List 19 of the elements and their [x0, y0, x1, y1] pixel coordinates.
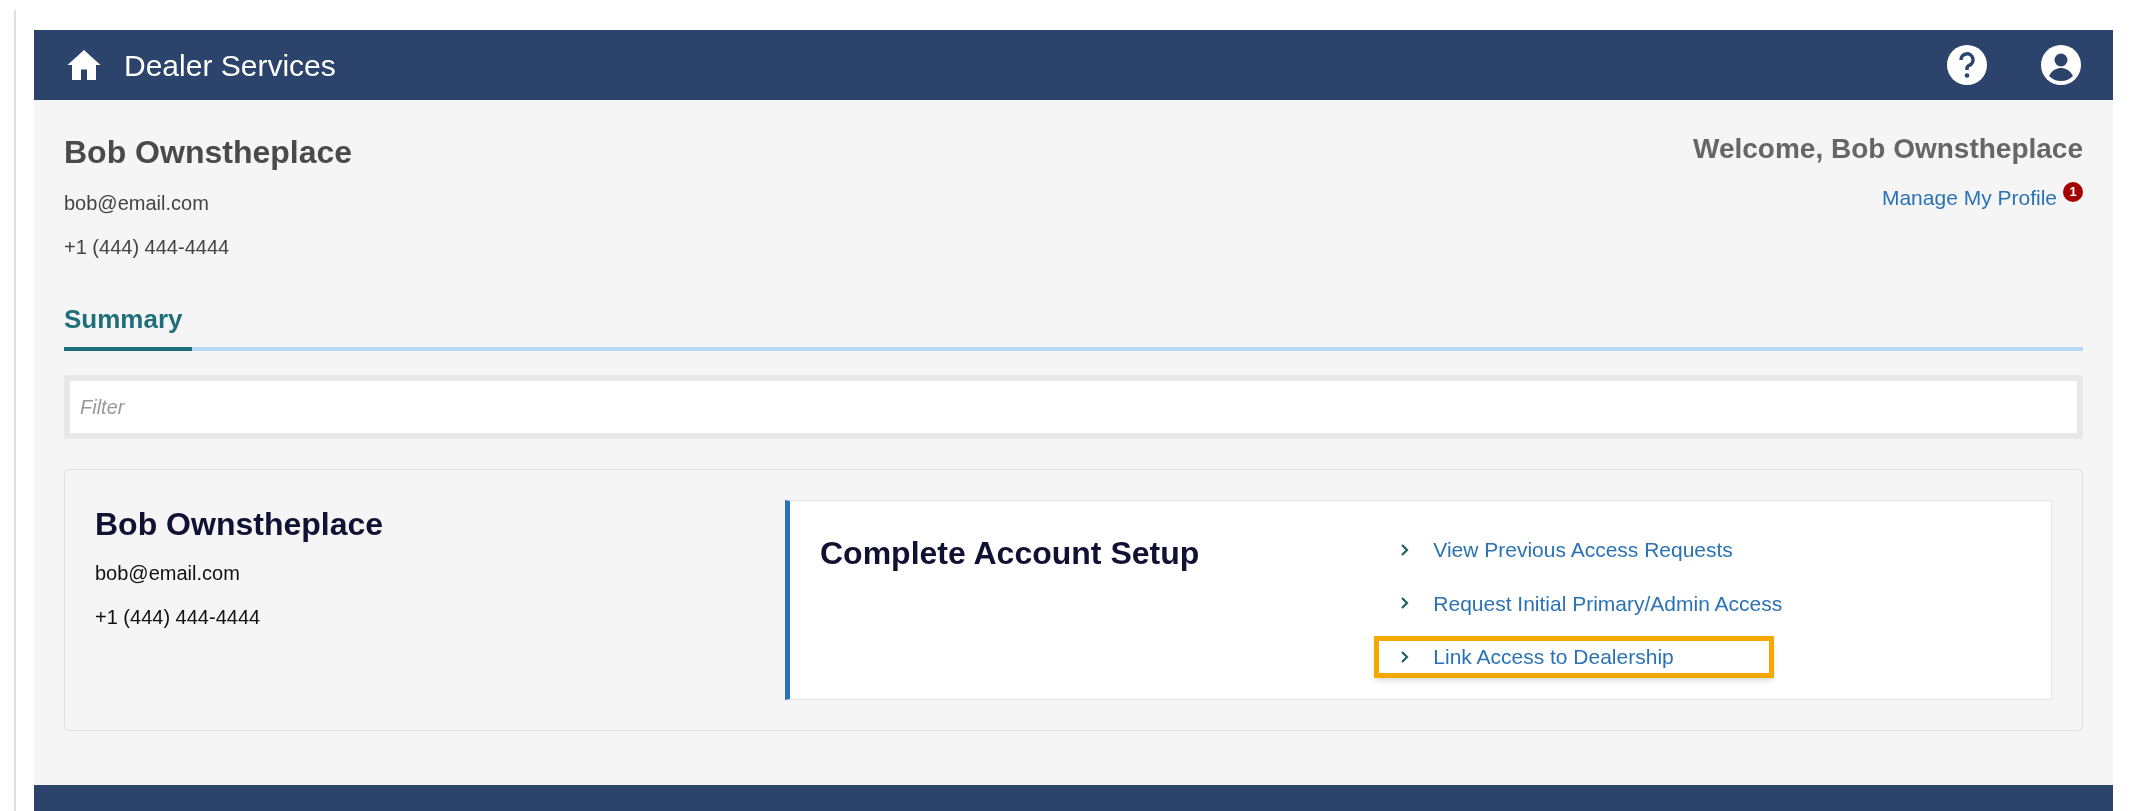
help-icon[interactable]	[1947, 45, 1987, 85]
notification-badge: 1	[2063, 182, 2083, 202]
manage-profile-link[interactable]: Manage My Profile	[1881, 182, 2057, 214]
setup-link[interactable]: View Previous Access Requests	[1433, 534, 1733, 566]
panel-title: Complete Account Setup	[820, 534, 1200, 573]
card-name: Bob Ownstheplace	[95, 505, 385, 544]
user-phone: +1 (444) 444-4444	[64, 235, 231, 260]
user-email: bob@email.com	[64, 191, 210, 216]
card-phone: +1 (444) 444-4444	[95, 605, 262, 630]
user-name: Bob Ownstheplace	[64, 133, 353, 172]
welcome-text: Welcome, Bob Ownstheplace	[1692, 132, 2083, 166]
home-icon[interactable]	[66, 48, 102, 82]
summary-tab[interactable]: Summary	[64, 300, 192, 351]
setup-link[interactable]: Link Access to Dealership	[1433, 641, 1674, 673]
filter-field[interactable]: Filter	[70, 381, 2077, 433]
setup-link[interactable]: Request Initial Primary/Admin Access	[1433, 587, 1783, 619]
card-email: bob@email.com	[95, 561, 241, 586]
app-title: Dealer Services	[124, 47, 336, 84]
account-icon[interactable]	[2041, 45, 2081, 85]
